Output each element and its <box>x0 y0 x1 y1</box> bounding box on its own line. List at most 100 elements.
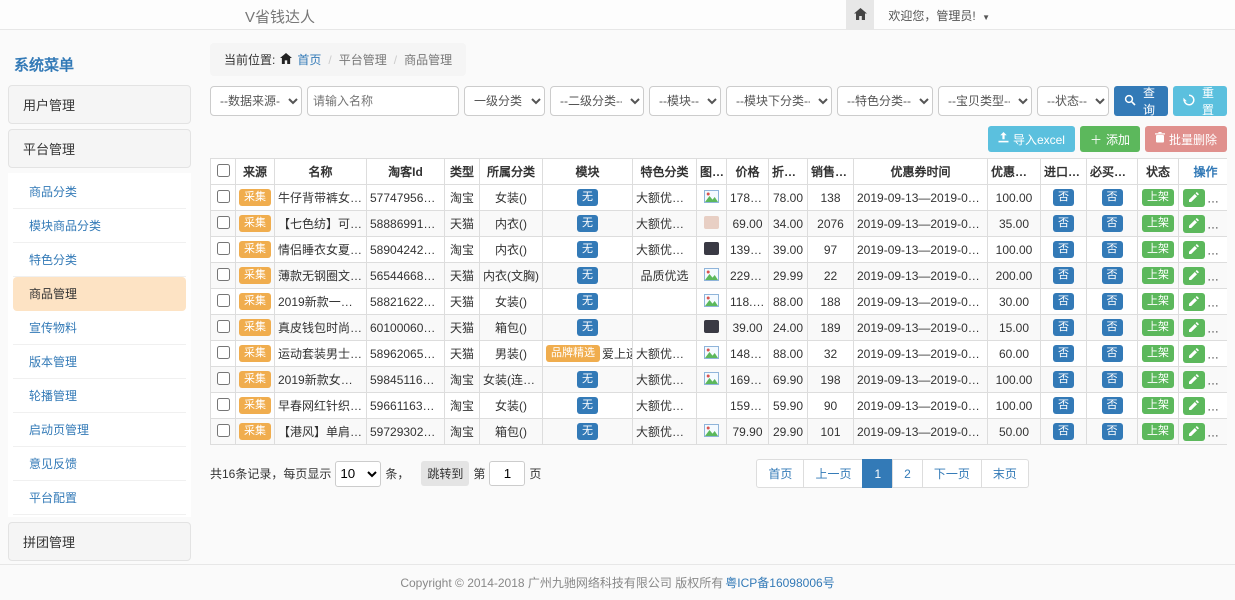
per-page-select[interactable]: 10 <box>335 461 381 487</box>
status-badge[interactable]: 上架 <box>1142 241 1174 258</box>
mustbuy-flag-badge[interactable]: 否 <box>1102 319 1123 336</box>
sidebar-item-轮播管理[interactable]: 轮播管理 <box>13 379 186 413</box>
sidebar-section-平台管理[interactable]: 平台管理 <box>8 129 191 168</box>
import-flag-badge[interactable]: 否 <box>1053 397 1074 414</box>
import-flag-badge[interactable]: 否 <box>1053 293 1074 310</box>
item-type-select[interactable]: --宝贝类型-- <box>938 86 1032 116</box>
status-badge[interactable]: 上架 <box>1142 371 1174 388</box>
row-checkbox[interactable] <box>217 294 230 307</box>
sidebar-item-宣传物料[interactable]: 宣传物料 <box>13 311 186 345</box>
level2-category-select[interactable]: --二级分类-- <box>550 86 644 116</box>
mustbuy-flag-badge[interactable]: 否 <box>1102 397 1123 414</box>
batch-delete-button[interactable]: 批量删除 <box>1145 126 1227 152</box>
page-next-button[interactable]: 下一页 <box>922 459 982 488</box>
sidebar-item-模块商品分类[interactable]: 模块商品分类 <box>13 209 186 243</box>
row-checkbox[interactable] <box>217 398 230 411</box>
edit-button[interactable] <box>1183 345 1205 363</box>
import-flag-badge[interactable]: 否 <box>1053 423 1074 440</box>
row-checkbox[interactable] <box>217 242 230 255</box>
edit-button[interactable] <box>1183 371 1205 389</box>
mustbuy-flag-badge[interactable]: 否 <box>1102 241 1123 258</box>
user-menu[interactable]: 欢迎您，管理员! ▼ <box>888 7 990 24</box>
row-checkbox[interactable] <box>217 424 230 437</box>
mustbuy-flag-badge[interactable]: 否 <box>1102 293 1123 310</box>
row-checkbox[interactable] <box>217 346 230 359</box>
module-cell: 无 <box>543 211 633 237</box>
jump-button[interactable]: 跳转到 <box>421 461 469 486</box>
sidebar-section-拼团管理[interactable]: 拼团管理 <box>8 522 191 561</box>
module-sub-category-select[interactable]: --模块下分类-- <box>726 86 832 116</box>
mustbuy-flag-badge[interactable]: 否 <box>1102 423 1123 440</box>
row-checkbox[interactable] <box>217 372 230 385</box>
row-checkbox[interactable] <box>217 268 230 281</box>
edit-button[interactable] <box>1183 267 1205 285</box>
mustbuy-flag-badge[interactable]: 否 <box>1102 267 1123 284</box>
page-2-button[interactable]: 2 <box>892 459 923 488</box>
sidebar-section-用户管理[interactable]: 用户管理 <box>8 85 191 124</box>
status-badge[interactable]: 上架 <box>1142 345 1174 362</box>
status-badge[interactable]: 上架 <box>1142 215 1174 232</box>
row-checkbox[interactable] <box>217 216 230 229</box>
import-flag-cell: 否 <box>1041 419 1087 445</box>
edit-button[interactable] <box>1183 423 1205 441</box>
status-select[interactable]: --状态-- <box>1037 86 1109 116</box>
mustbuy-flag-badge[interactable]: 否 <box>1102 189 1123 206</box>
search-button[interactable]: 查询 <box>1114 86 1168 116</box>
import-flag-badge[interactable]: 否 <box>1053 215 1074 232</box>
sidebar-item-意见反馈[interactable]: 意见反馈 <box>13 447 186 481</box>
sidebar-item-版本管理[interactable]: 版本管理 <box>13 345 186 379</box>
feature-category: 大额优惠券 <box>633 419 697 445</box>
mustbuy-flag-badge[interactable]: 否 <box>1102 215 1123 232</box>
sidebar-item-商品分类[interactable]: 商品分类 <box>13 175 186 209</box>
import-flag-badge[interactable]: 否 <box>1053 267 1074 284</box>
reset-button[interactable]: 重置 <box>1173 86 1227 116</box>
sidebar-item-特色分类[interactable]: 特色分类 <box>13 243 186 277</box>
feature-category-select[interactable]: --特色分类-- <box>837 86 933 116</box>
status-cell: 上架 <box>1138 263 1179 289</box>
edit-button[interactable] <box>1183 189 1205 207</box>
import-flag-badge[interactable]: 否 <box>1053 371 1074 388</box>
import-flag-badge[interactable]: 否 <box>1053 345 1074 362</box>
mustbuy-flag-cell: 否 <box>1087 393 1138 419</box>
icp-link[interactable]: 粤ICP备16098006号 <box>725 574 834 591</box>
module-select[interactable]: --模块-- <box>649 86 721 116</box>
row-checkbox[interactable] <box>217 320 230 333</box>
edit-button[interactable] <box>1183 397 1205 415</box>
import-flag-badge[interactable]: 否 <box>1053 241 1074 258</box>
import-flag-badge[interactable]: 否 <box>1053 189 1074 206</box>
price: 139.00 <box>727 237 769 263</box>
checkbox-cell <box>211 341 236 367</box>
mustbuy-flag-badge[interactable]: 否 <box>1102 371 1123 388</box>
sidebar-item-商品管理[interactable]: 商品管理 <box>13 277 186 311</box>
add-button[interactable]: ＋ 添加 <box>1080 126 1140 152</box>
edit-button[interactable] <box>1183 241 1205 259</box>
select-all-checkbox[interactable] <box>217 164 230 177</box>
import-flag-badge[interactable]: 否 <box>1053 319 1074 336</box>
status-badge[interactable]: 上架 <box>1142 267 1174 284</box>
item-type: 淘宝 <box>445 367 480 393</box>
import-excel-button[interactable]: 导入excel <box>988 126 1075 152</box>
page-prev-button[interactable]: 上一页 <box>803 459 863 488</box>
level1-category-select[interactable]: 一级分类 <box>464 86 545 116</box>
data-source-select[interactable]: --数据来源-- <box>210 86 302 116</box>
page-last-button[interactable]: 末页 <box>981 459 1029 488</box>
sidebar-item-平台配置[interactable]: 平台配置 <box>13 481 186 515</box>
status-badge[interactable]: 上架 <box>1142 293 1174 310</box>
page-number-input[interactable] <box>489 461 525 486</box>
edit-button[interactable] <box>1183 215 1205 233</box>
edit-button[interactable] <box>1183 293 1205 311</box>
name-input[interactable] <box>307 86 459 116</box>
status-badge[interactable]: 上架 <box>1142 319 1174 336</box>
mustbuy-flag-badge[interactable]: 否 <box>1102 345 1123 362</box>
breadcrumb-home-link[interactable]: 首页 <box>297 51 321 68</box>
row-checkbox[interactable] <box>217 190 230 203</box>
edit-button[interactable] <box>1183 319 1205 337</box>
status-badge[interactable]: 上架 <box>1142 189 1174 206</box>
home-button[interactable] <box>846 0 874 30</box>
source-cell: 采集 <box>236 315 275 341</box>
status-badge[interactable]: 上架 <box>1142 397 1174 414</box>
page-first-button[interactable]: 首页 <box>756 459 804 488</box>
page-1-button[interactable]: 1 <box>862 459 893 488</box>
status-badge[interactable]: 上架 <box>1142 423 1174 440</box>
sidebar-item-启动页管理[interactable]: 启动页管理 <box>13 413 186 447</box>
